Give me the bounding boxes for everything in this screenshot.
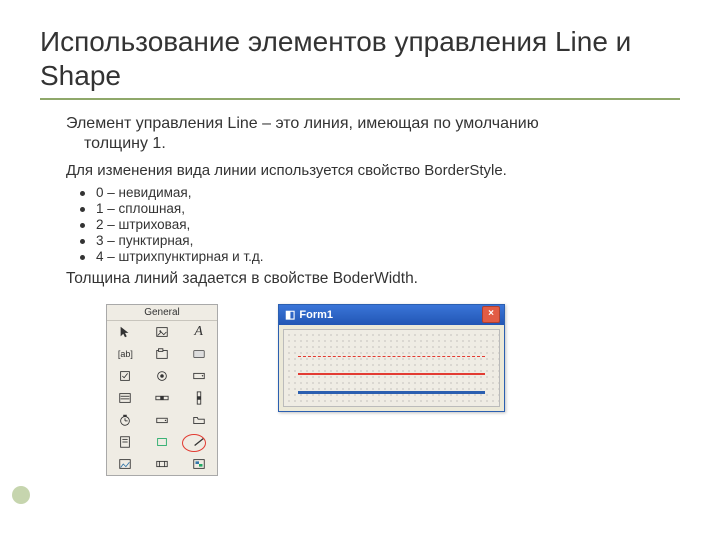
vscrollbar-icon: [180, 387, 217, 409]
lead-line-2: толщину 1.: [84, 134, 680, 154]
form-icon: ◧: [285, 308, 295, 321]
optionbutton-icon: [144, 365, 181, 387]
list-item: 2 – штриховая,: [80, 217, 680, 232]
lead-paragraph: Элемент управления Line – это линия, име…: [66, 114, 680, 154]
borderstyle-list: 0 – невидимая, 1 – сплошная, 2 – штрихов…: [80, 185, 680, 264]
last-paragraph: Толщина линий задается в свойстве BoderW…: [66, 270, 680, 288]
filelistbox-icon: [107, 431, 144, 453]
drivelistbox-icon: [144, 409, 181, 431]
vb-toolbox: General A [ab]: [106, 304, 218, 476]
checkbox-icon: [107, 365, 144, 387]
list-item: 0 – невидимая,: [80, 185, 680, 200]
listbox-icon: [107, 387, 144, 409]
lead-line-1: Элемент управления Line – это линия, име…: [66, 115, 539, 132]
hscrollbar-icon: [144, 387, 181, 409]
decorative-dot: [12, 486, 30, 504]
toolbox-grid: A [ab]: [107, 321, 217, 475]
demo-line-dashed: [298, 356, 485, 357]
textbox-icon: [ab]: [107, 343, 144, 365]
illustration-area: General A [ab]: [106, 304, 680, 476]
toolbox-header: General: [107, 305, 217, 321]
list-item: 1 – сплошная,: [80, 201, 680, 216]
frame-icon: [144, 343, 181, 365]
dirlistbox-icon: [180, 409, 217, 431]
form-titlebar: ◧ Form1 ×: [279, 305, 504, 325]
combobox-icon: [180, 365, 217, 387]
slide-title: Использование элементов управления Line …: [40, 25, 680, 92]
timer-icon: [107, 409, 144, 431]
form-title-text: Form1: [299, 309, 482, 321]
picturebox-icon: [144, 321, 181, 343]
list-item: 4 – штрихпунктирная и т.д.: [80, 249, 680, 264]
label-icon: A: [180, 321, 217, 343]
pointer-icon: [107, 321, 144, 343]
form-client-area: [283, 329, 500, 407]
list-item: 3 – пунктирная,: [80, 233, 680, 248]
commandbutton-icon: [180, 343, 217, 365]
form-window: ◧ Form1 ×: [278, 304, 505, 412]
shape-icon: [144, 431, 181, 453]
sub-paragraph-1: Для изменения вида линии используется св…: [66, 162, 680, 179]
ole-icon: [180, 453, 217, 475]
image-icon: [107, 453, 144, 475]
slide-body: Элемент управления Line – это линия, име…: [66, 114, 680, 476]
slide: Использование элементов управления Line …: [0, 0, 720, 540]
close-icon: ×: [482, 306, 500, 323]
line-icon: [180, 431, 217, 453]
title-rule: [40, 98, 680, 100]
demo-line-solid-red: [298, 373, 485, 375]
data-icon: [144, 453, 181, 475]
demo-line-solid-blue: [298, 391, 485, 394]
